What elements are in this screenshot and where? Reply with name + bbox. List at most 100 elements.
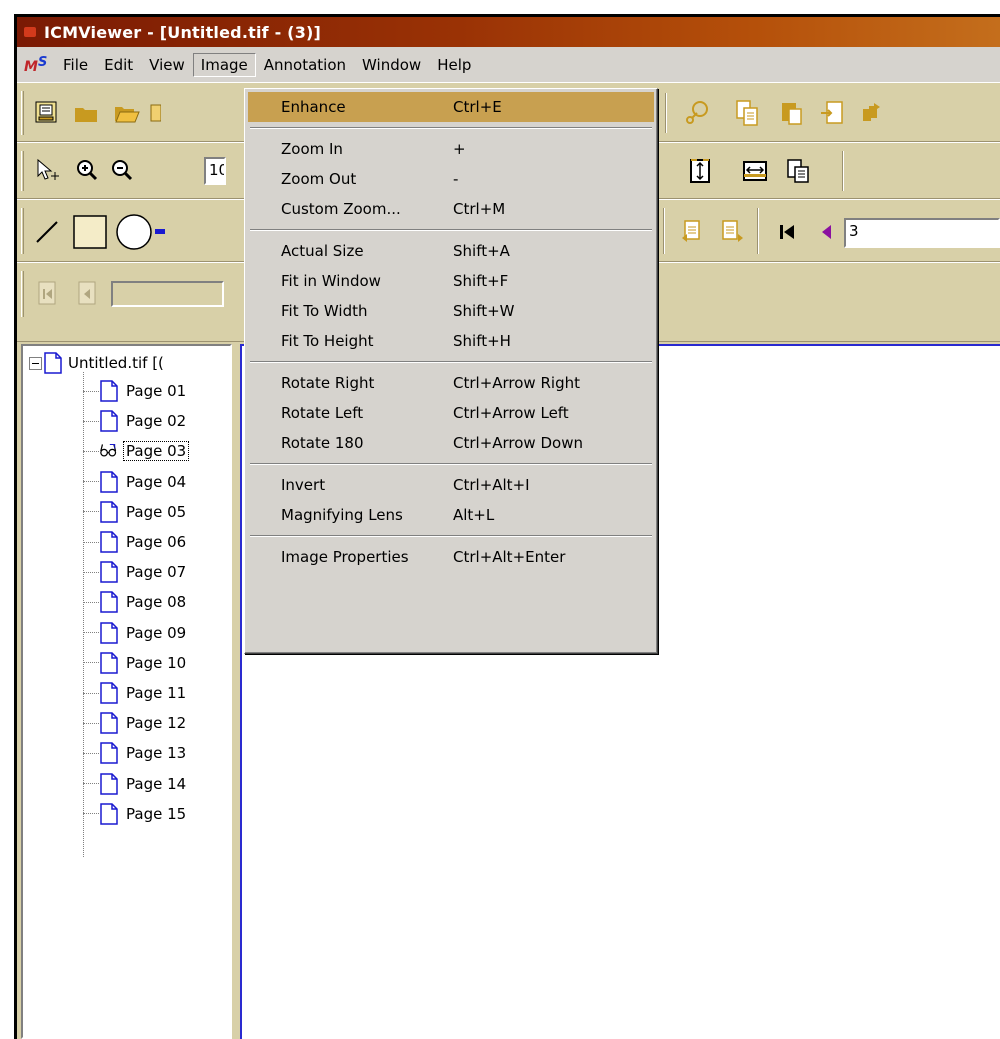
- open-file-icon[interactable]: [112, 98, 142, 128]
- rectangle-tool-icon[interactable]: [72, 214, 108, 250]
- menu-separator: [248, 122, 654, 134]
- tree-page-item[interactable]: Page 14: [83, 769, 188, 799]
- tree-branch-line: [83, 511, 99, 513]
- open-folder-icon[interactable]: [72, 98, 102, 128]
- tree-page-item[interactable]: Page 07: [83, 557, 188, 587]
- paste-icon[interactable]: [777, 98, 807, 128]
- toolbar-grip[interactable]: [21, 208, 24, 254]
- panel-splitter[interactable]: [232, 344, 240, 1039]
- tree-page-label: Page 11: [126, 684, 187, 702]
- zoom-percentage-input[interactable]: 10: [204, 157, 226, 185]
- tree-page-label: Page 05: [126, 502, 187, 521]
- tree-page-item[interactable]: Page 08: [83, 587, 188, 617]
- tree-page-item[interactable]: Page 03: [83, 436, 190, 466]
- line-tool-icon[interactable]: [32, 217, 62, 247]
- tree-page-item[interactable]: Page 04: [83, 467, 188, 497]
- tree-branch-line: [83, 813, 99, 815]
- ellipse-tool-icon[interactable]: [115, 213, 153, 251]
- menu-item-rotate-180[interactable]: Rotate 180 Ctrl+Arrow Down: [248, 428, 654, 458]
- toolbar-separator: [665, 93, 667, 133]
- menu-image[interactable]: Image: [192, 52, 256, 77]
- previous-thumbnail-disabled-icon[interactable]: [72, 279, 102, 309]
- menu-window[interactable]: Window: [354, 53, 429, 77]
- scan-document-icon[interactable]: [32, 98, 62, 128]
- menu-separator: [248, 356, 654, 368]
- menu-item-zoom-out[interactable]: Zoom Out -: [248, 164, 654, 194]
- tree-root-node[interactable]: Untitled.tif [(: [29, 350, 164, 376]
- menu-item-label: Invert: [281, 476, 326, 494]
- scissors-cut-icon[interactable]: [682, 98, 712, 128]
- page-icon: [100, 621, 118, 644]
- title-bar[interactable]: ICMViewer - [Untitled.tif - (3)]: [17, 17, 1000, 47]
- first-thumbnail-disabled-icon[interactable]: [32, 279, 62, 309]
- collapse-icon[interactable]: [29, 356, 42, 370]
- previous-document-icon[interactable]: [677, 217, 707, 247]
- fit-to-height-icon[interactable]: [685, 156, 715, 186]
- page-properties-icon[interactable]: [783, 156, 813, 186]
- tree-page-item[interactable]: Page 12: [83, 708, 188, 738]
- tree-page-item[interactable]: Page 06: [83, 527, 188, 557]
- menu-item-shortcut: Ctrl+E: [453, 98, 502, 116]
- toolbar-grip[interactable]: [21, 271, 24, 317]
- toolbar-grip[interactable]: [21, 91, 24, 135]
- tree-page-label: Page 10: [126, 653, 187, 672]
- menu-item-fit-to-width[interactable]: Fit To Width Shift+W: [248, 296, 654, 326]
- menu-item-label: Fit To Height: [281, 332, 374, 350]
- tree-page-item[interactable]: Page 01: [83, 376, 188, 406]
- next-document-icon[interactable]: [717, 217, 747, 247]
- toolbar-grip[interactable]: [21, 151, 24, 191]
- menu-item-zoom-in[interactable]: Zoom In +: [248, 134, 654, 164]
- fit-to-width-icon[interactable]: [740, 156, 770, 186]
- menu-item-label: Image Properties: [281, 548, 409, 566]
- tree-page-item[interactable]: Page 09: [83, 618, 188, 648]
- menu-item-rotate-left[interactable]: Rotate Left Ctrl+Arrow Left: [248, 398, 654, 428]
- zoom-out-icon[interactable]: [107, 156, 137, 186]
- toolbar-separator: [663, 208, 665, 254]
- tree-page-item[interactable]: Page 05: [83, 497, 188, 527]
- first-page-icon[interactable]: [772, 217, 802, 247]
- menu-item-enhance[interactable]: Enhance Ctrl+E: [248, 92, 654, 122]
- zoom-in-icon[interactable]: [72, 156, 102, 186]
- export-pages-icon[interactable]: [857, 98, 887, 128]
- document-tree-panel[interactable]: Untitled.tif [( Page 01 Page 02 Page 03 Pag…: [21, 344, 232, 1039]
- menu-view[interactable]: View: [141, 53, 193, 77]
- menu-item-shortcut: Alt+L: [453, 506, 495, 524]
- app-icon: [22, 25, 40, 39]
- select-arrow-icon[interactable]: [32, 156, 62, 186]
- menu-item-image-properties[interactable]: Image Properties Ctrl+Alt+Enter: [248, 542, 654, 572]
- menu-item-custom-zoom[interactable]: Custom Zoom... Ctrl+M: [248, 194, 654, 224]
- menu-item-magnifying-lens[interactable]: Magnifying Lens Alt+L: [248, 500, 654, 530]
- tree-branch-line: [83, 390, 99, 392]
- thumbnail-page-input[interactable]: [111, 281, 224, 307]
- highlighter-tool-icon[interactable]: [155, 217, 165, 247]
- tree-page-item[interactable]: Page 15: [83, 799, 188, 829]
- tree-page-label: Page 15: [126, 804, 187, 823]
- tree-page-label: Page 01: [126, 382, 187, 400]
- menu-item-invert[interactable]: Invert Ctrl+Alt+I: [248, 470, 654, 500]
- tree-page-item[interactable]: Page 02: [83, 406, 188, 436]
- ms-logo-icon[interactable]: M S: [21, 50, 55, 80]
- document-icon: [44, 352, 62, 374]
- tree-page-item[interactable]: Page 11: [83, 678, 188, 708]
- tree-branch-line: [83, 481, 99, 483]
- page-icon: [100, 772, 118, 795]
- new-document-icon[interactable]: [147, 98, 161, 128]
- previous-page-icon[interactable]: [812, 217, 842, 247]
- tree-page-item[interactable]: Page 13: [83, 738, 188, 768]
- glasses-view-icon: [100, 444, 117, 457]
- insert-page-icon[interactable]: [817, 98, 847, 128]
- page-number-input[interactable]: 3: [844, 218, 1000, 248]
- menu-file[interactable]: File: [55, 53, 96, 77]
- menu-help[interactable]: Help: [429, 53, 479, 77]
- copy-pages-icon[interactable]: [732, 98, 762, 128]
- menu-item-fit-to-height[interactable]: Fit To Height Shift+H: [248, 326, 654, 356]
- menu-item-actual-size[interactable]: Actual Size Shift+A: [248, 236, 654, 266]
- menu-item-rotate-right[interactable]: Rotate Right Ctrl+Arrow Right: [248, 368, 654, 398]
- toolbar-separator: [757, 208, 759, 254]
- menu-item-fit-in-window[interactable]: Fit in Window Shift+F: [248, 266, 654, 296]
- page-icon: [100, 591, 118, 614]
- tree-page-item[interactable]: Page 10: [83, 648, 188, 678]
- menu-edit[interactable]: Edit: [96, 53, 141, 77]
- menu-annotation[interactable]: Annotation: [256, 53, 354, 77]
- menu-item-label: Fit in Window: [281, 272, 381, 290]
